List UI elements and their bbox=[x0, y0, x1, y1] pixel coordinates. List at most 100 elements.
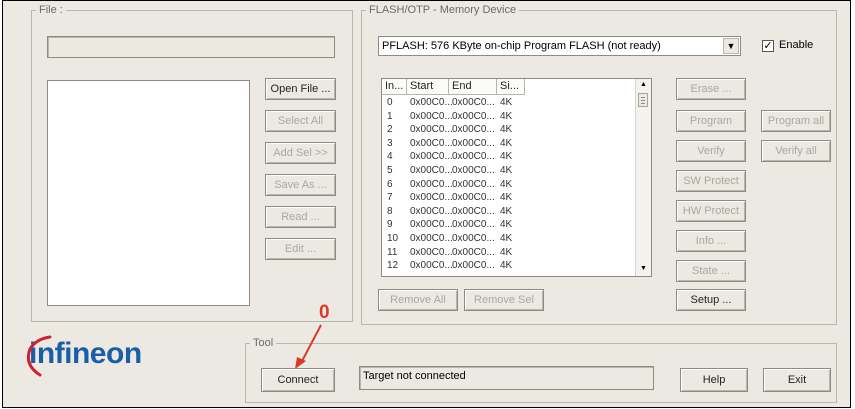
exit-button[interactable]: Exit bbox=[763, 368, 831, 392]
open-file-button[interactable]: Open File ... bbox=[265, 78, 336, 100]
sector-cell-start: 0x00C0... bbox=[410, 219, 453, 231]
connection-status-field: Target not connected bbox=[359, 366, 654, 390]
sector-cell-size: 4K bbox=[500, 205, 513, 217]
column-header-size[interactable]: Si... bbox=[497, 79, 525, 95]
hw-protect-button[interactable]: HW Protect bbox=[676, 200, 746, 222]
select-all-button[interactable]: Select All bbox=[265, 110, 336, 132]
remove-all-button[interactable]: Remove All bbox=[378, 289, 458, 311]
sector-cell-size: 4K bbox=[500, 151, 513, 163]
sector-row[interactable]: 10 0x00C0... 0x00C0... 4K bbox=[382, 233, 632, 245]
sector-row[interactable]: 2 0x00C0... 0x00C0... 4K bbox=[382, 124, 632, 136]
sector-cell-start: 0x00C0... bbox=[410, 246, 453, 258]
sector-cell-start: 0x00C0... bbox=[410, 165, 453, 176]
sector-cell-end: 0x00C0... bbox=[452, 192, 495, 204]
sector-cell-size: 4K bbox=[500, 110, 513, 122]
scroll-up-arrow-icon[interactable]: ▲ bbox=[640, 81, 647, 88]
sector-cell-index: 6 bbox=[387, 178, 393, 190]
sector-row[interactable]: 11 0x00C0... 0x00C0... 4K bbox=[382, 247, 632, 259]
add-sel-button[interactable]: Add Sel >> bbox=[265, 142, 336, 164]
file-list[interactable] bbox=[47, 80, 250, 306]
program-button[interactable]: Program bbox=[676, 110, 746, 132]
state-button[interactable]: State ... bbox=[676, 260, 746, 282]
device-select[interactable]: PFLASH: 576 KByte on-chip Program FLASH … bbox=[378, 36, 741, 56]
sector-row[interactable]: 8 0x00C0... 0x00C0... 4K bbox=[382, 206, 632, 218]
sector-cell-index: 9 bbox=[387, 219, 393, 231]
sector-row[interactable]: 5 0x00C0... 0x00C0... 4K bbox=[382, 165, 632, 177]
sector-cell-start: 0x00C0... bbox=[410, 178, 453, 190]
sector-row[interactable]: 0 0x00C0... 0x00C0... 4K bbox=[382, 97, 632, 109]
sector-row[interactable]: 12 0x00C0... 0x00C0... 4K bbox=[382, 260, 632, 272]
enable-checkbox[interactable]: ✓ bbox=[762, 40, 774, 52]
enable-label: Enable bbox=[779, 39, 814, 51]
sector-cell-start: 0x00C0... bbox=[410, 110, 453, 122]
sector-cell-index: 7 bbox=[387, 192, 393, 204]
sector-list-scrollbar[interactable]: ▲ ▼ bbox=[635, 79, 651, 276]
sector-cell-size: 4K bbox=[500, 124, 513, 136]
sector-row[interactable]: 6 0x00C0... 0x00C0... 4K bbox=[382, 179, 632, 191]
sector-cell-end: 0x00C0... bbox=[452, 110, 495, 122]
column-header-end[interactable]: End bbox=[449, 79, 497, 95]
infineon-logo-swoosh bbox=[26, 335, 52, 377]
file-path-field[interactable] bbox=[47, 36, 335, 58]
scrollbar-thumb[interactable] bbox=[638, 93, 648, 107]
sector-cell-index: 4 bbox=[387, 151, 393, 163]
sw-protect-button[interactable]: SW Protect bbox=[676, 170, 746, 192]
info-button[interactable]: Info ... bbox=[676, 230, 746, 252]
sector-cell-start: 0x00C0... bbox=[410, 97, 453, 108]
sector-cell-end: 0x00C0... bbox=[452, 151, 495, 163]
sector-cell-index: 5 bbox=[387, 165, 393, 176]
program-all-button[interactable]: Program all bbox=[761, 110, 831, 132]
edit-button[interactable]: Edit ... bbox=[265, 238, 336, 260]
help-button[interactable]: Help bbox=[680, 368, 748, 392]
sector-cell-index: 8 bbox=[387, 205, 393, 217]
sector-cell-end: 0x00C0... bbox=[452, 219, 495, 231]
sector-cell-size: 4K bbox=[500, 137, 513, 149]
scroll-down-arrow-icon[interactable]: ▼ bbox=[640, 265, 647, 272]
sector-cell-size: 4K bbox=[500, 233, 513, 244]
sector-cell-end: 0x00C0... bbox=[452, 97, 495, 108]
sector-row[interactable]: 1 0x00C0... 0x00C0... 4K bbox=[382, 111, 632, 123]
sector-cell-index: 3 bbox=[387, 137, 393, 149]
remove-sel-button[interactable]: Remove Sel bbox=[464, 289, 544, 311]
verify-button[interactable]: Verify bbox=[676, 140, 746, 162]
read-button[interactable]: Read ... bbox=[265, 206, 336, 228]
sector-cell-end: 0x00C0... bbox=[452, 205, 495, 217]
sector-cell-size: 4K bbox=[500, 178, 513, 190]
sector-cell-size: 4K bbox=[500, 165, 513, 176]
memory-device-legend: FLASH/OTP - Memory Device bbox=[366, 3, 520, 17]
tool-group-legend: Tool bbox=[250, 336, 277, 350]
column-header-index[interactable]: In... bbox=[382, 79, 407, 95]
sector-cell-index: 12 bbox=[387, 260, 399, 272]
sector-row[interactable]: 4 0x00C0... 0x00C0... 4K bbox=[382, 151, 632, 163]
annotation-marker-label: 0 bbox=[319, 302, 330, 323]
sector-cell-start: 0x00C0... bbox=[410, 137, 453, 149]
setup-button[interactable]: Setup ... bbox=[676, 289, 746, 311]
sector-cell-end: 0x00C0... bbox=[452, 233, 495, 244]
sector-list[interactable]: In... Start End Si... 0 0x00C0... 0x00C0..… bbox=[381, 78, 652, 277]
chevron-down-icon[interactable]: ▼ bbox=[723, 38, 739, 54]
sector-cell-index: 10 bbox=[387, 233, 399, 244]
sector-cell-index: 1 bbox=[387, 110, 393, 122]
flash-programmer-window: File : Open File ... Select All Add Sel … bbox=[2, 0, 851, 408]
column-header-start[interactable]: Start bbox=[407, 79, 449, 95]
verify-all-button[interactable]: Verify all bbox=[761, 140, 831, 162]
sector-cell-index: 0 bbox=[387, 97, 393, 108]
sector-cell-size: 4K bbox=[500, 260, 513, 272]
sector-cell-start: 0x00C0... bbox=[410, 151, 453, 163]
sector-cell-size: 4K bbox=[500, 192, 513, 204]
sector-row[interactable]: 9 0x00C0... 0x00C0... 4K bbox=[382, 219, 632, 231]
erase-button[interactable]: Erase ... bbox=[676, 78, 746, 100]
sector-cell-end: 0x00C0... bbox=[452, 178, 495, 190]
annotation-arrow-icon bbox=[295, 324, 322, 369]
sector-row[interactable]: 7 0x00C0... 0x00C0... 4K bbox=[382, 192, 632, 204]
sector-cell-size: 4K bbox=[500, 97, 513, 108]
sector-row[interactable]: 3 0x00C0... 0x00C0... 4K bbox=[382, 138, 632, 150]
connection-status-text: Target not connected bbox=[363, 370, 466, 382]
sector-cell-end: 0x00C0... bbox=[452, 246, 495, 258]
sector-cell-start: 0x00C0... bbox=[410, 124, 453, 136]
sector-cell-size: 4K bbox=[500, 246, 513, 258]
file-group-legend: File : bbox=[36, 3, 66, 17]
save-as-button[interactable]: Save As ... bbox=[265, 174, 336, 196]
sector-cell-size: 4K bbox=[500, 219, 513, 231]
sector-cell-index: 2 bbox=[387, 124, 393, 136]
